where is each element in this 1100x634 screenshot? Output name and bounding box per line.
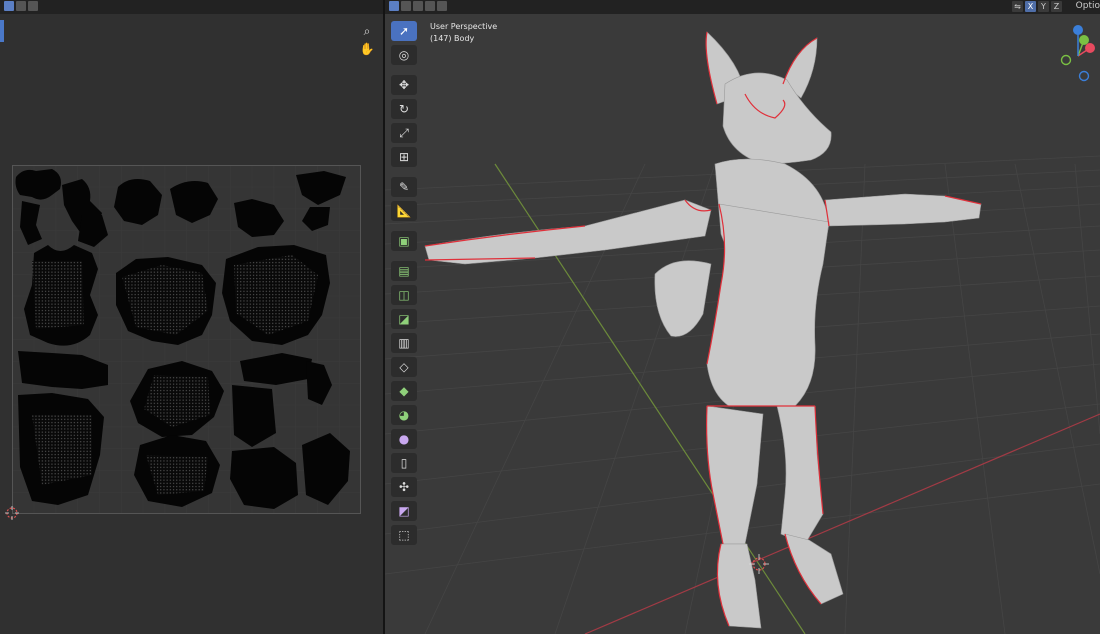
edge-select-icon[interactable] [401,1,411,11]
vertex-select-icon[interactable] [4,1,14,11]
viewport-info: User Perspective (147) Body [430,21,497,45]
z-axis-icon [1073,25,1083,35]
uv-editor[interactable]: ⌕ ✋ [0,14,383,634]
uv-navigation-tools: ⌕ ✋ [359,22,375,58]
select-box-icon[interactable]: ➚ [391,21,417,41]
zoom-icon[interactable]: ⌕ [359,22,375,40]
spin-icon[interactable]: ◕ [391,405,417,425]
shear-icon[interactable]: ◩ [391,501,417,521]
poly-build-icon[interactable]: ◆ [391,381,417,401]
active-region-marker [0,20,4,42]
loop-cut-icon[interactable]: ▥ [391,333,417,353]
x-axis-icon [1085,43,1095,53]
pan-hand-icon[interactable]: ✋ [359,40,375,58]
uv-grid[interactable] [12,165,361,514]
mirror-icon[interactable]: ⇋ [1012,1,1023,12]
smooth-icon[interactable]: ● [391,429,417,449]
annotate-icon[interactable]: ✎ [391,177,417,197]
rip-region-icon[interactable]: ⬚ [391,525,417,545]
viewport-toolbar: ➚ ◎ ✥ ↻ ⤢ ⊞ ✎ 📐 ▣ ▤ ◫ ◪ ▥ ◇ ◆ ◕ ● ▯ ✣ ◩ … [391,21,417,549]
overlay-toggle-icon[interactable] [437,1,447,11]
scale-icon[interactable]: ⤢ [391,123,417,143]
object-info-label: (147) Body [430,34,475,43]
rotate-icon[interactable]: ↻ [391,99,417,119]
top-header: ⇋ X Y Z Optio [0,0,1100,14]
viewport-scene [385,14,1100,634]
neg-z-axis-icon [1078,70,1090,82]
view-name-label: User Perspective [430,22,498,31]
3d-viewport[interactable]: User Perspective (147) Body ➚ ◎ ✥ ↻ ⤢ ⊞ … [385,14,1100,634]
island-select-icon[interactable] [425,1,435,11]
axis-x-toggle[interactable]: X [1025,1,1036,12]
move-icon[interactable]: ✥ [391,75,417,95]
face-select-icon[interactable] [413,1,423,11]
measure-icon[interactable]: 📐 [391,201,417,221]
axis-z-toggle[interactable]: Z [1051,1,1062,12]
inset-faces-icon[interactable]: ◫ [391,285,417,305]
navigation-gizmo[interactable] [1054,22,1100,84]
y-axis-icon [1079,35,1089,45]
axis-y-toggle[interactable]: Y [1038,1,1049,12]
mesh-select-mode-icons[interactable] [389,1,447,11]
mirror-axis-toggles: ⇋ X Y Z [1012,1,1062,12]
add-cube-icon[interactable]: ▣ [391,231,417,251]
edge-slide-icon[interactable]: ▯ [391,453,417,473]
extrude-region-icon[interactable]: ▤ [391,261,417,281]
neg-y-axis-icon [1060,54,1072,66]
cursor-icon[interactable]: ◎ [391,45,417,65]
uv-select-mode-icons[interactable] [4,1,38,11]
options-menu[interactable]: Optio [1076,1,1100,11]
edge-select-icon[interactable] [16,1,26,11]
transform-icon[interactable]: ⊞ [391,147,417,167]
vertex-select-icon[interactable] [389,1,399,11]
shrink-fatten-icon[interactable]: ✣ [391,477,417,497]
2d-cursor-icon[interactable] [5,506,19,520]
bevel-icon[interactable]: ◪ [391,309,417,329]
face-select-icon[interactable] [28,1,38,11]
knife-icon[interactable]: ◇ [391,357,417,377]
